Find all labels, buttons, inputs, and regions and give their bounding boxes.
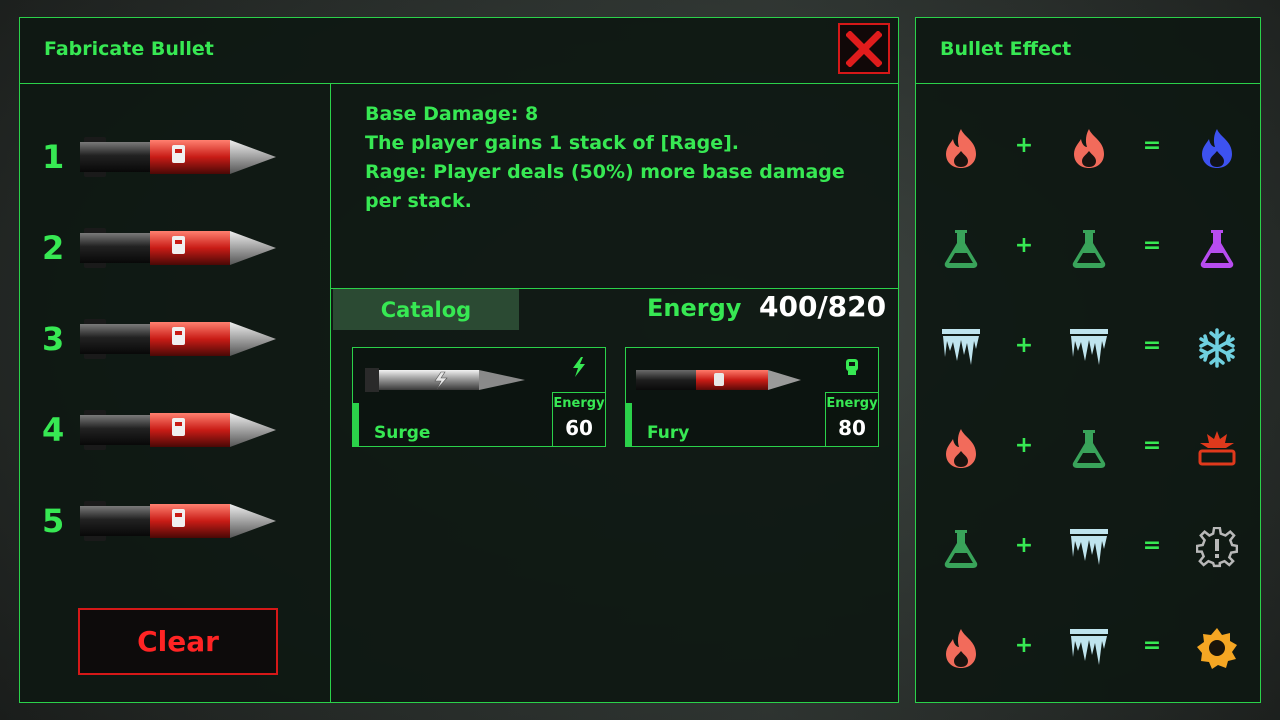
- slot-bullet-image: [80, 223, 280, 277]
- card-name: Surge: [374, 423, 431, 443]
- bullet-effect-panel: Bullet Effect + = + = + = + = + = + =: [915, 17, 1261, 703]
- equals-sign: =: [1142, 433, 1162, 458]
- explosion-icon: [1192, 423, 1242, 473]
- snowflake-icon: [1192, 323, 1242, 373]
- panel-title: Bullet Effect: [940, 38, 1072, 60]
- header-divider: [916, 83, 1260, 84]
- slot-number: 2: [42, 229, 65, 267]
- ice-icon: [1064, 323, 1114, 373]
- effect-combo-row: + =: [916, 323, 1262, 393]
- poison-flask-icon: [936, 523, 986, 573]
- effect-text: The player gains 1 stack of [Rage].: [365, 132, 739, 154]
- plus-sign: +: [1014, 633, 1034, 658]
- card-name: Fury: [647, 423, 690, 443]
- ice-icon: [1064, 623, 1114, 673]
- panel-title: Fabricate Bullet: [44, 38, 214, 60]
- column-divider: [330, 83, 331, 703]
- card-energy-box: Energy 80: [825, 392, 879, 447]
- ice-icon: [936, 323, 986, 373]
- slot-number: 3: [42, 320, 65, 358]
- bullet-slot[interactable]: 3: [42, 312, 282, 372]
- card-energy-cost: 60: [565, 416, 593, 440]
- fabricate-panel: Fabricate Bullet 1 2 3 4 5 Clear Base Damage…: [19, 17, 899, 703]
- bullet-slot[interactable]: 4: [42, 403, 282, 463]
- energy-label: Energy: [647, 294, 742, 322]
- alert-gear-icon: [1192, 523, 1242, 573]
- poison-flask-icon: [1064, 223, 1114, 273]
- effect-combo-row: + =: [916, 423, 1262, 493]
- card-energy-label: Energy: [826, 396, 878, 411]
- equals-sign: =: [1142, 333, 1162, 358]
- fire-icon: [936, 623, 986, 673]
- effect-combo-row: + =: [916, 223, 1262, 293]
- slot-bullet-image: [80, 496, 280, 550]
- slot-bullet-image: [80, 132, 280, 186]
- bullet-slot[interactable]: 1: [42, 130, 282, 190]
- equals-sign: =: [1142, 233, 1162, 258]
- slot-bullet-image: [80, 405, 280, 459]
- slot-number: 4: [42, 411, 65, 449]
- sun-gear-icon: [1192, 623, 1242, 673]
- card-energy-box: Energy 60: [552, 392, 606, 447]
- blue-fire-icon: [1192, 123, 1242, 173]
- tab-catalog[interactable]: Catalog: [333, 289, 519, 330]
- equals-sign: =: [1142, 633, 1162, 658]
- equals-sign: =: [1142, 533, 1162, 558]
- bullet-slot[interactable]: 2: [42, 221, 282, 281]
- plus-sign: +: [1014, 433, 1034, 458]
- fire-icon: [1064, 123, 1114, 173]
- card-stripe: [353, 403, 359, 447]
- bullet-description: Base Damage: 8 The player gains 1 stack …: [365, 100, 885, 216]
- header-divider: [20, 83, 898, 84]
- fire-icon: [936, 123, 986, 173]
- rage-fist-icon: [844, 357, 860, 381]
- purple-flask-icon: [1192, 223, 1242, 273]
- plus-sign: +: [1014, 333, 1034, 358]
- fire-icon: [936, 423, 986, 473]
- base-damage-text: Base Damage: 8: [365, 103, 539, 125]
- effect-combo-row: + =: [916, 123, 1262, 193]
- card-energy-label: Energy: [553, 396, 605, 411]
- effect-combo-row: + =: [916, 623, 1262, 693]
- close-button[interactable]: [838, 23, 890, 74]
- poison-flask-icon: [936, 223, 986, 273]
- card-stripe: [626, 403, 632, 447]
- equals-sign: =: [1142, 133, 1162, 158]
- slot-bullet-image: [80, 314, 280, 368]
- lightning-icon: [571, 357, 587, 381]
- surge-bullet-image: [365, 362, 525, 402]
- effect-combo-row: + =: [916, 523, 1262, 593]
- close-icon: [846, 30, 882, 67]
- ice-icon: [1064, 523, 1114, 573]
- rage-text: Rage: Player deals (50%) more base damag…: [365, 161, 845, 212]
- clear-button[interactable]: Clear: [78, 608, 278, 675]
- slot-number: 5: [42, 502, 65, 540]
- energy-value: 400/820: [759, 290, 887, 323]
- catalog-card-surge[interactable]: Surge Energy 60: [352, 347, 606, 447]
- plus-sign: +: [1014, 133, 1034, 158]
- poison-flask-icon: [1064, 423, 1114, 473]
- catalog-card-fury[interactable]: Fury Energy 80: [625, 347, 879, 447]
- card-energy-cost: 80: [838, 416, 866, 440]
- bullet-slot[interactable]: 5: [42, 494, 282, 554]
- fury-bullet-image: [636, 362, 801, 402]
- plus-sign: +: [1014, 533, 1034, 558]
- slot-number: 1: [42, 138, 65, 176]
- plus-sign: +: [1014, 233, 1034, 258]
